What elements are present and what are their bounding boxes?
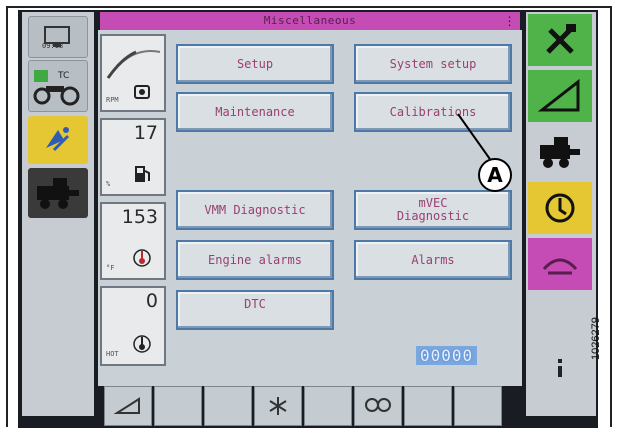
callout-label: A (478, 158, 512, 192)
fuel-pump-icon (132, 163, 152, 190)
mvec-diagnostic-button[interactable]: mVEC Diagnostic (354, 190, 512, 230)
hour-counter: 00000 (416, 346, 478, 365)
coolant-temp-icon (132, 247, 152, 274)
oil-temp-value: 0 (145, 290, 158, 312)
header-angle-icon[interactable] (528, 70, 592, 122)
scroll-indicator: ⋮ (503, 14, 516, 28)
clock-readout: 09:18 (42, 42, 64, 50)
combine-mode-icon[interactable] (528, 126, 592, 178)
gauge-tag: °F (106, 264, 115, 272)
rotor-icon[interactable] (354, 386, 402, 426)
bottom-softkey-bar (98, 386, 524, 426)
coolant-temp-gauge: 153 °F (100, 202, 166, 280)
left-rail: 09:18 TC (22, 12, 94, 416)
softkey-7[interactable] (404, 386, 452, 426)
gauge-tag: RPM (106, 96, 119, 104)
engine-service-icon[interactable] (528, 182, 592, 234)
fuel-level-gauge: 17 % (100, 118, 166, 196)
tractor-icon[interactable]: TC (28, 60, 88, 112)
oil-temp-gauge: 0 HOT (100, 286, 166, 366)
satellite-icon[interactable] (28, 116, 88, 164)
engine-alarms-button[interactable]: Engine alarms (176, 240, 334, 280)
calibrations-button[interactable]: Calibrations (354, 92, 512, 132)
combine-icon[interactable] (28, 168, 88, 218)
softkey-8[interactable] (454, 386, 502, 426)
gauge-tag: HOT (106, 350, 119, 358)
engine-icon (132, 81, 152, 106)
engine-rpm-gauge: RPM (100, 34, 166, 112)
tools-icon[interactable] (528, 14, 592, 66)
softkey-5[interactable] (304, 386, 352, 426)
gauge-tag: % (106, 180, 111, 188)
softkey-2[interactable] (154, 386, 202, 426)
dtc-button[interactable]: DTC (176, 290, 334, 330)
setup-button[interactable]: Setup (176, 44, 334, 84)
vmm-diagnostic-button[interactable]: VMM Diagnostic (176, 190, 334, 230)
monitor-icon[interactable] (28, 16, 88, 58)
display-screen: 09:18 TC Miscellaneous ⋮ RPM 17 % 153 °F… (18, 10, 598, 428)
asterisk-icon[interactable] (254, 386, 302, 426)
system-setup-button[interactable]: System setup (354, 44, 512, 84)
header-tilt-icon[interactable] (104, 386, 152, 426)
coolant-temp-value: 153 (121, 206, 158, 228)
maintenance-button[interactable]: Maintenance (176, 92, 334, 132)
info-icon[interactable] (528, 342, 592, 394)
gauge-column: RPM 17 % 153 °F 0 HOT (98, 30, 172, 380)
figure-id: 1026279 (590, 317, 602, 360)
alarms-button[interactable]: Alarms (354, 240, 512, 280)
reel-control-icon[interactable] (528, 238, 592, 290)
page-title: Miscellaneous (263, 14, 357, 27)
oil-temp-icon (132, 333, 152, 360)
right-rail (526, 12, 596, 416)
svg-text:TC: TC (57, 71, 69, 81)
page-title-bar: Miscellaneous ⋮ (100, 12, 520, 30)
fuel-level-value: 17 (133, 122, 158, 144)
softkey-3[interactable] (204, 386, 252, 426)
